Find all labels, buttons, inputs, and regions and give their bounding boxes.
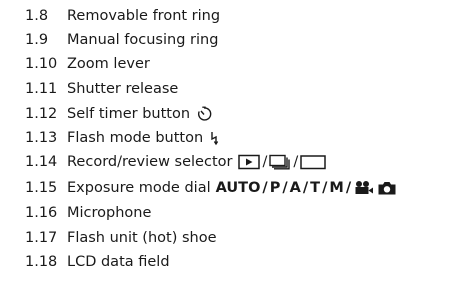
exposure-modes: AUTO / P / A / T / M / [216,180,397,196]
item-number: 1.11 [25,81,58,97]
item-label: Microphone [67,205,152,221]
item-label: Zoom lever [67,56,150,72]
item-number: 1.18 [25,254,58,270]
mode-t: T [310,180,321,196]
list-item: 1.10 Zoom lever [25,54,150,74]
item-number: 1.10 [25,56,58,72]
mode-separator: / [302,180,309,196]
mode-separator: / [262,180,268,196]
list-item: 1.11 Shutter release [25,79,178,99]
item-number: 1.17 [25,230,58,246]
movie-camera-icon [354,180,374,196]
list-item: 1.17 Flash unit (hot) shoe [25,228,217,248]
list-item: 1.14 Record/review selector / / [25,152,326,172]
mode-m: M [329,180,344,196]
item-label: Self timer button [67,106,191,122]
item-label: Record/review selector [67,154,233,170]
item-number: 1.12 [25,106,58,122]
item-label: Flash unit (hot) shoe [67,230,217,246]
item-number: 1.8 [25,8,49,24]
self-timer-icon [196,106,212,122]
list-item: 1.8 Removable front ring [25,6,220,26]
mode-separator: / [322,180,328,196]
play-review-icon [238,154,261,170]
list-item: 1.9 Manual focusing ring [25,30,218,50]
mode-separator: / [345,180,352,196]
single-frame-icon [300,154,326,170]
item-number: 1.13 [25,130,58,146]
mode-p: P [269,180,281,196]
continuous-shooting-icon [269,154,291,170]
list-item: 1.18 LCD data field [25,252,170,272]
mode-separator: / [282,180,288,196]
item-label: LCD data field [67,254,170,270]
flash-mode-icon [209,130,219,146]
item-label: Removable front ring [67,8,221,24]
list-item: 1.16 Microphone [25,203,151,223]
item-label: Exposure mode dial [67,180,211,196]
list-item: 1.12 Self timer button [25,104,212,124]
item-label: Flash mode button [67,130,204,146]
item-number: 1.9 [25,32,49,48]
list-item: 1.15 Exposure mode dial AUTO / P / A / T… [25,178,397,198]
item-number: 1.15 [25,180,58,196]
still-camera-icon [377,180,397,196]
item-label: Manual focusing ring [67,32,219,48]
mode-a: A [289,180,301,196]
item-number: 1.14 [25,154,58,170]
item-number: 1.16 [25,205,58,221]
list-item: 1.13 Flash mode button [25,128,219,148]
record-review-symbols: / / [238,154,326,170]
item-label: Shutter release [67,81,179,97]
mode-auto: AUTO [215,180,261,196]
